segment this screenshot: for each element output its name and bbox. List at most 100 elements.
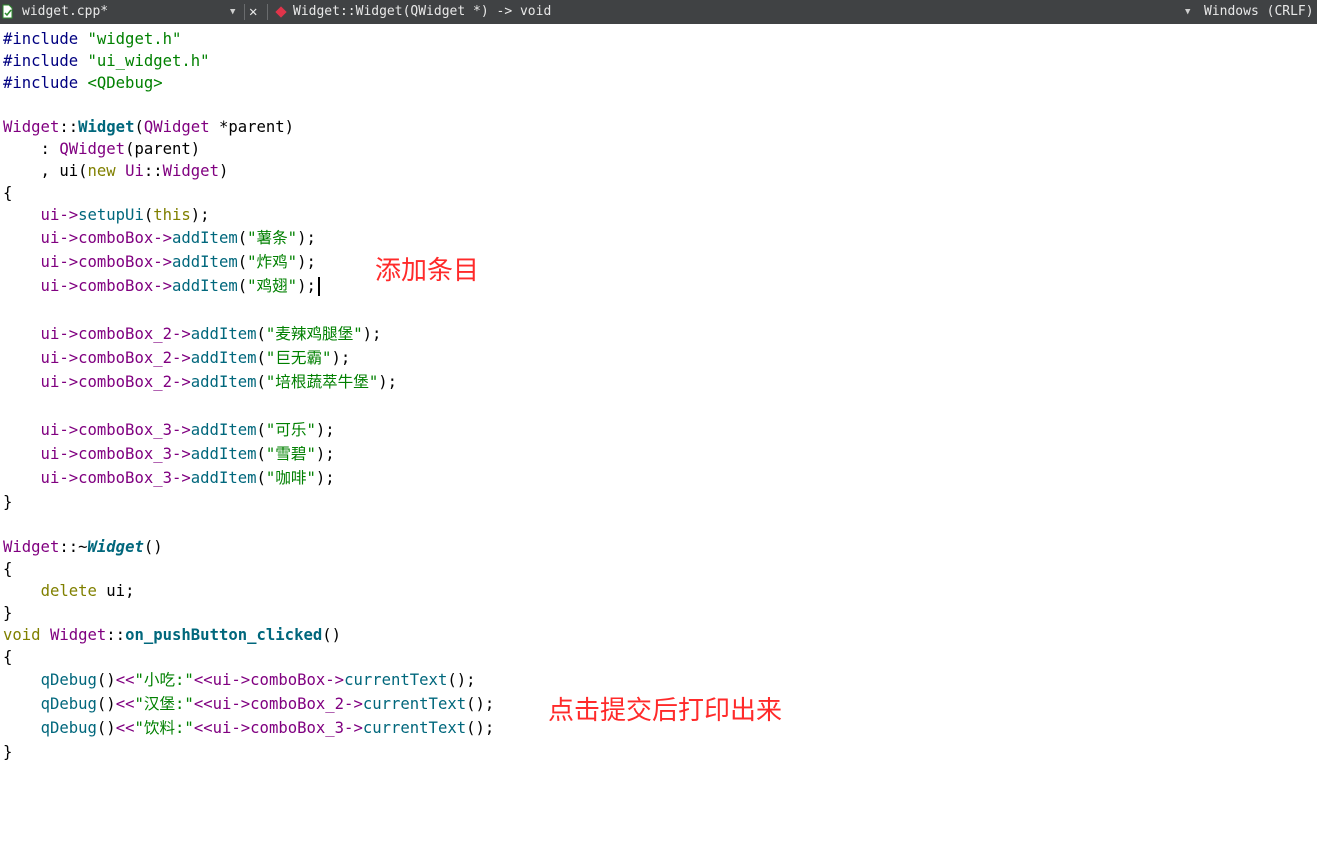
punct: () bbox=[96, 671, 116, 689]
code-editor[interactable]: #include "widget.h" #include "ui_widget.… bbox=[3, 28, 494, 764]
brace: { bbox=[3, 560, 13, 578]
punct: ( bbox=[237, 229, 248, 247]
code-line: ui->comboBox_2->addItem("巨无霸"); bbox=[3, 346, 494, 370]
method-call: setupUi bbox=[78, 206, 144, 224]
string-literal: "咖啡" bbox=[265, 469, 316, 487]
member-ref: comboBox-> bbox=[78, 229, 172, 247]
string-literal: "薯条" bbox=[247, 229, 298, 247]
punct: ); bbox=[315, 421, 335, 439]
scope-op: :: bbox=[143, 162, 163, 180]
code-line: ui->setupUi(this); bbox=[3, 204, 494, 226]
scope-op: ::~ bbox=[59, 538, 88, 556]
punct: ); bbox=[362, 325, 382, 343]
method-call: addItem bbox=[172, 277, 238, 295]
member-ref: ui-> bbox=[3, 421, 79, 439]
code-line: qDebug()<<"汉堡:"<<ui->comboBox_2->current… bbox=[3, 692, 495, 716]
close-file-icon[interactable]: ✕ bbox=[249, 0, 257, 24]
line-ending-selector[interactable]: Windows (CRLF) bbox=[1204, 0, 1314, 24]
annotation-print-on-submit: 点击提交后打印出来 bbox=[548, 696, 783, 726]
code-line: ui->comboBox_3->addItem("咖啡"); bbox=[3, 466, 494, 490]
code-line: , ui(new Ui::Widget) bbox=[3, 160, 494, 182]
type-name: QWidget bbox=[143, 118, 210, 136]
punct: ( bbox=[143, 206, 154, 224]
punct: ); bbox=[315, 469, 335, 487]
member-ref: ui-> bbox=[3, 469, 79, 487]
member-ref: ui-> bbox=[3, 229, 79, 247]
member-ref: comboBox-> bbox=[250, 671, 345, 689]
punct: ) bbox=[218, 162, 229, 180]
punct: ); bbox=[190, 206, 210, 224]
punct: ); bbox=[331, 349, 351, 367]
string-literal: "饮料:" bbox=[134, 719, 194, 737]
keyword: new bbox=[87, 162, 116, 180]
keyword: void bbox=[3, 626, 41, 644]
string-literal: "可乐" bbox=[265, 421, 316, 439]
preprocessor-directive: #include bbox=[3, 30, 88, 48]
punct: ( bbox=[237, 277, 248, 295]
toolbar-divider bbox=[244, 4, 245, 20]
member-ref: comboBox_2-> bbox=[78, 325, 191, 343]
punct: ( bbox=[237, 253, 248, 271]
punct: () bbox=[96, 695, 116, 713]
method-call: addItem bbox=[190, 421, 257, 439]
string-literal: "小吃:" bbox=[134, 671, 194, 689]
code-line: #include <QDebug> bbox=[3, 72, 494, 94]
member-ref: comboBox_3-> bbox=[78, 421, 191, 439]
scope-op: :: bbox=[59, 118, 79, 136]
member-ref: <<ui-> bbox=[193, 719, 251, 737]
file-dropdown-icon[interactable]: ▼ bbox=[230, 0, 235, 24]
annotation-add-items: 添加条目 bbox=[375, 256, 480, 286]
scope-op: :: bbox=[106, 626, 126, 644]
class-name: Widget bbox=[3, 538, 60, 556]
function-call: qDebug bbox=[40, 671, 97, 689]
member-init: , ui( bbox=[3, 162, 88, 180]
code-line: delete ui; bbox=[3, 580, 494, 602]
code-line: } bbox=[3, 490, 494, 514]
open-file-name[interactable]: widget.cpp* bbox=[22, 0, 108, 24]
statement: ui; bbox=[96, 582, 135, 600]
brace: } bbox=[3, 743, 13, 761]
string-literal: "鸡翅" bbox=[247, 277, 298, 295]
toolbar-divider bbox=[267, 4, 268, 20]
method-call: addItem bbox=[190, 469, 257, 487]
brace: { bbox=[3, 648, 13, 666]
type-name: QWidget bbox=[59, 140, 126, 158]
punct: ); bbox=[297, 253, 316, 271]
symbol-dropdown-icon[interactable]: ▼ bbox=[1185, 0, 1190, 24]
punct: ); bbox=[378, 373, 398, 391]
method-call: currentText bbox=[344, 671, 448, 689]
code-line: ui->comboBox->addItem("薯条"); bbox=[3, 226, 494, 250]
code-line: } bbox=[3, 740, 494, 764]
code-line: Widget::~Widget() bbox=[3, 536, 494, 558]
code-line: { bbox=[3, 646, 494, 668]
class-name: Widget bbox=[3, 118, 60, 136]
member-ref: comboBox_3-> bbox=[250, 719, 363, 737]
code-line: { bbox=[3, 182, 494, 204]
code-line: } bbox=[3, 602, 494, 624]
code-line: ui->comboBox_2->addItem("麦辣鸡腿堡"); bbox=[3, 322, 494, 346]
code-line: Widget::Widget(QWidget *parent) bbox=[3, 116, 494, 138]
member-ref: comboBox_2-> bbox=[78, 349, 191, 367]
function-symbol-icon bbox=[275, 6, 287, 18]
code-line: ui->comboBox_3->addItem("雪碧"); bbox=[3, 442, 494, 466]
member-ref: ui-> bbox=[3, 325, 79, 343]
punct: : bbox=[3, 140, 60, 158]
code-line: qDebug()<<"饮料:"<<ui->comboBox_3->current… bbox=[3, 716, 495, 740]
method-call: addItem bbox=[190, 325, 257, 343]
brace: } bbox=[3, 604, 13, 622]
string-literal: "麦辣鸡腿堡" bbox=[265, 325, 363, 343]
operator: << bbox=[115, 671, 135, 689]
code-line: ui->comboBox_2->addItem("培根蔬萃牛堡"); bbox=[3, 370, 494, 394]
keyword: this bbox=[153, 206, 191, 224]
member-ref: comboBox_3-> bbox=[78, 445, 191, 463]
text-cursor bbox=[317, 277, 320, 296]
symbol-selector[interactable]: Widget::Widget(QWidget *) -> void bbox=[293, 0, 551, 24]
punct: ); bbox=[315, 445, 335, 463]
